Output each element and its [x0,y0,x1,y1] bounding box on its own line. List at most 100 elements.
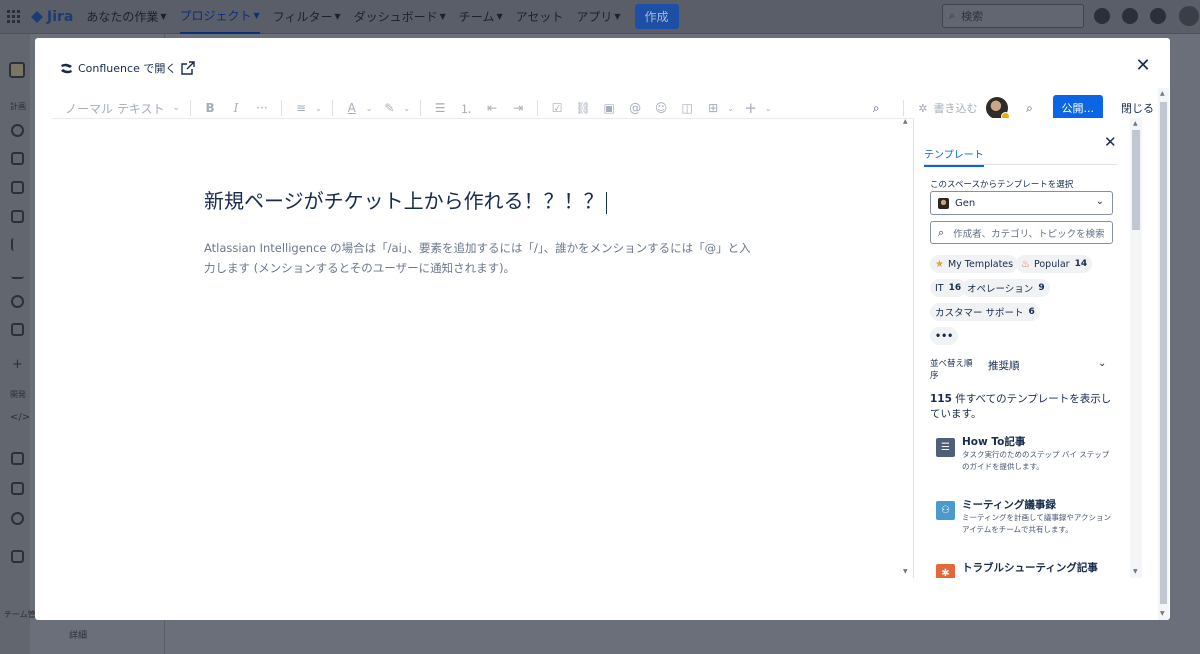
write-ai-button[interactable]: ✲ 書き込む [918,100,977,116]
scroll-up-arrow-icon[interactable]: ▲ [1133,120,1138,127]
nav-dashboards[interactable]: ダッシュボード ▼ [354,8,446,25]
template-title: How To記事 [962,436,1026,448]
sparkle-icon: ✲ [918,101,928,115]
layout-icon[interactable]: ◫ [679,100,695,116]
goals-icon[interactable] [11,295,24,308]
reports-icon[interactable] [11,266,24,279]
toolbar-divider [331,100,333,116]
scroll-up-arrow-icon[interactable]: ▲ [903,118,908,125]
space-select[interactable]: Gen ⌄ [930,191,1113,215]
chip-count: 9 [1038,283,1045,293]
project-settings-icon[interactable] [11,512,24,525]
chip-label: IT [935,282,944,294]
list-icon[interactable] [11,238,24,251]
chevron-down-icon: ⌄ [764,103,772,113]
help-icon[interactable] [1122,8,1138,24]
task-checkbox-icon[interactable]: ☑ [549,100,565,116]
calendar-icon[interactable] [11,210,24,223]
nav-teams[interactable]: チーム ▼ [459,8,503,25]
releases-icon[interactable] [11,323,24,336]
sidebar-detail-label: 詳細 [69,631,88,641]
link-icon[interactable]: ⛓ [575,100,591,116]
modal-scrollbar[interactable]: ▲ ▼ [1158,88,1169,620]
table-icon[interactable]: ⊞ [705,100,721,116]
chip-it[interactable]: IT 16 [930,279,967,297]
scroll-down-arrow-icon[interactable]: ▼ [1133,568,1138,575]
template-item-meeting-notes[interactable]: ⚇ ミーティング議事録 ミーティングを計画して議事録やアクション アイテムをチー… [936,497,1116,547]
numbered-list-icon[interactable]: ⒈ [458,100,474,116]
nav-projects[interactable]: プロジェクト ▼ [179,0,260,34]
chevron-down-icon: ▼ [334,12,341,21]
indent-icon[interactable]: ⇥ [510,100,526,116]
bullet-list-icon[interactable]: ☰ [432,100,448,116]
outdent-icon[interactable]: ⇤ [484,100,500,116]
scroll-down-arrow-icon[interactable]: ▼ [903,568,908,575]
text-style-dropdown[interactable]: ノーマル テキスト ⌄ [65,100,184,117]
search-placeholder: 検索 [961,10,984,23]
nav-your-work[interactable]: あなたの作業 ▼ [86,8,166,25]
scroll-down-arrow-icon[interactable]: ▼ [1160,610,1165,617]
page-title[interactable]: 新規ページがチケット上から作れる！？！？ [204,185,607,214]
global-search-input[interactable]: ⌕ 検索 [942,4,1084,28]
project-avatar[interactable] [9,62,25,78]
create-button[interactable]: 作成 [634,4,679,29]
more-categories-button[interactable]: ••• [930,327,959,345]
search-icon: ⌕ [949,9,956,22]
editor-placeholder[interactable]: Atlassian Intelligence の場合は「/ai」、要素を追加する… [204,238,756,278]
archive-icon[interactable] [11,550,24,563]
globe-icon[interactable] [11,124,24,137]
align-left-icon[interactable]: ≡ [293,100,309,116]
settings-icon[interactable] [1150,8,1166,24]
mention-icon[interactable]: @ [627,100,643,116]
nav-filters[interactable]: フィルター ▼ [273,8,341,25]
search-icon[interactable]: ⌕ [1022,100,1038,116]
template-item-troubleshooting[interactable]: ✱ トラブルシューティング記事 [936,560,1116,578]
template-search-input[interactable]: ⌕ 作成者、カテゴリ、トピックを検索 [930,221,1113,244]
more-formatting-icon[interactable]: ··· [254,100,270,116]
add-icon[interactable]: + [12,357,23,372]
bold-icon[interactable]: B [202,100,218,116]
user-avatar[interactable] [985,97,1010,121]
scroll-up-arrow-icon[interactable]: ▲ [1160,90,1165,97]
emoji-icon[interactable]: ☺ [653,100,669,116]
insert-plus-icon[interactable]: + [743,99,759,117]
chevron-down-icon[interactable]: ⌄ [1098,358,1106,369]
italic-icon[interactable]: I [228,100,244,116]
jira-logo[interactable]: Jira [30,9,73,25]
scrollbar-thumb[interactable] [1160,102,1167,604]
scrollbar-thumb[interactable] [1132,130,1140,230]
text-color-icon[interactable]: A [344,100,360,116]
image-icon[interactable]: ▣ [601,100,617,116]
chip-label: Popular [1033,258,1070,270]
profile-avatar[interactable] [1179,6,1199,26]
chip-customer-support[interactable]: カスタマー サポート 6 [930,303,1040,321]
flame-icon: ♨ [1021,258,1030,270]
chip-my-templates[interactable]: ★ My Templates [930,255,1019,273]
pages-icon[interactable] [11,452,24,465]
close-modal-icon[interactable]: ✕ [1135,57,1151,75]
board-icon[interactable] [11,181,24,194]
open-in-confluence-link[interactable]: Confluence で開く [60,60,196,76]
nav-apps[interactable]: アプリ ▼ [576,8,620,25]
timeline-icon[interactable] [11,152,24,165]
tab-underline [924,164,1117,165]
find-icon[interactable]: ⌕ [868,100,884,116]
chevron-down-icon: ⌄ [365,103,373,113]
highlight-icon[interactable]: ✎ [381,100,397,116]
app-name: Jira [47,8,74,25]
chip-label: My Templates [947,258,1014,270]
code-icon[interactable]: </> [10,412,30,423]
nav-assets[interactable]: アセット [516,8,564,25]
template-item-how-to[interactable]: ☰ How To記事 タスク実行のためのステップ バイ ステップのガイドを提供し… [936,434,1116,484]
sidebar-dev-label: 開発 [10,390,26,399]
template-panel-scrollbar[interactable]: ▲ ▼ [1130,118,1142,578]
shortcut-icon[interactable] [11,482,24,495]
close-template-panel-icon[interactable]: ✕ [1104,133,1117,151]
app-switcher-icon[interactable] [7,9,21,24]
chip-operations[interactable]: オペレーション 9 [962,279,1050,297]
notifications-icon[interactable] [1094,8,1110,24]
sort-select[interactable]: 推奨順 [988,358,1020,373]
people-icon: ⚇ [936,501,955,520]
chip-popular[interactable]: ♨ Popular 14 [1016,255,1093,273]
editor-scrollbar[interactable]: ▲ ▼ [902,118,912,578]
